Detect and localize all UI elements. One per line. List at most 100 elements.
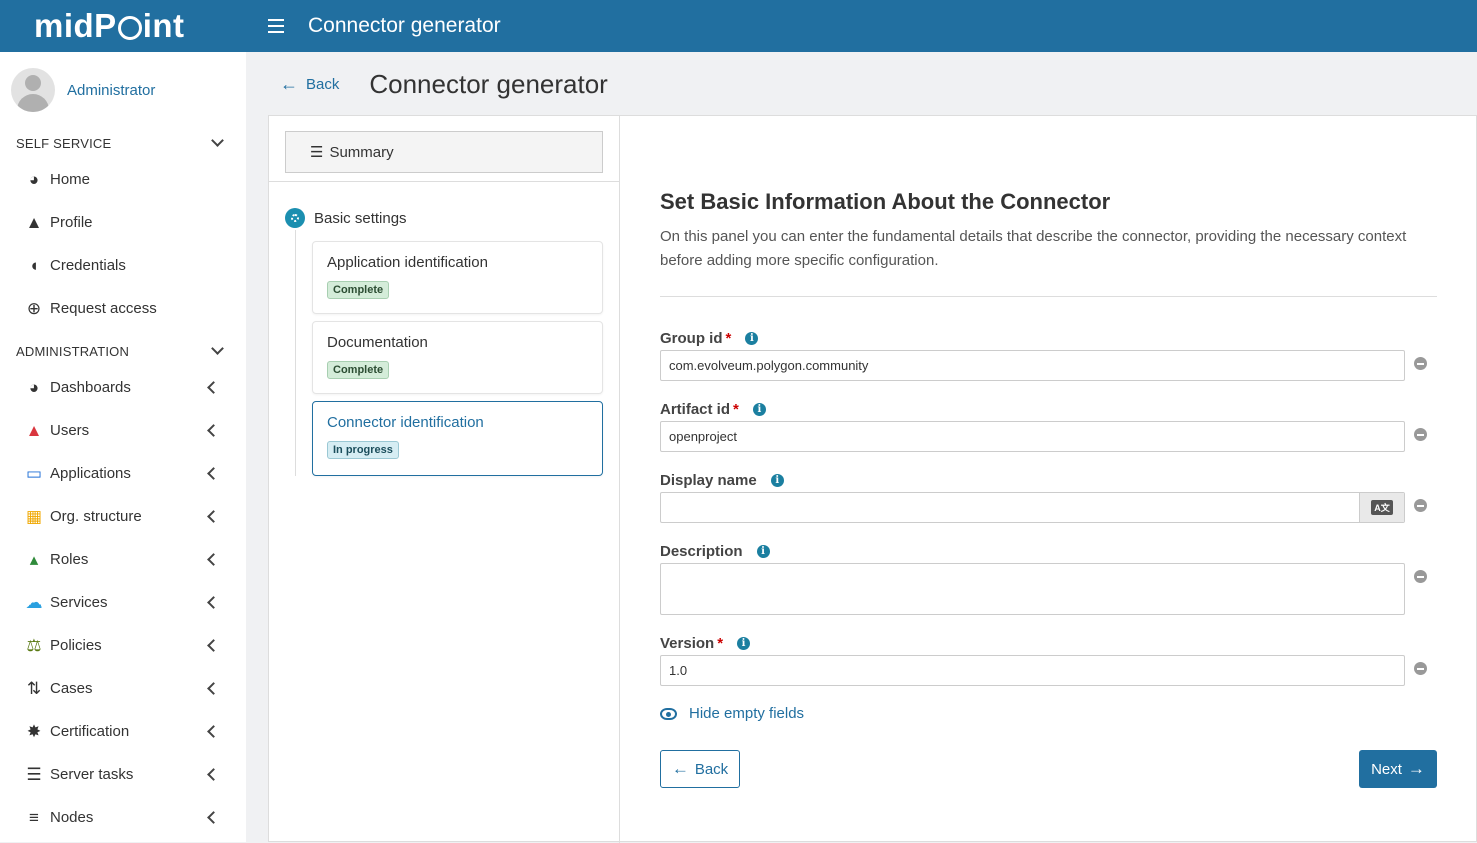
- required-mark: *: [717, 635, 724, 652]
- version-input[interactable]: 1.0: [660, 655, 1405, 686]
- midpoint-logo[interactable]: midP int: [0, 0, 246, 52]
- sidebar-item-home[interactable]: ◕ Home: [0, 158, 246, 201]
- sidebar-item-dashboards[interactable]: ◕ Dashboards: [0, 366, 246, 409]
- translate-button[interactable]: A文: [1359, 493, 1404, 522]
- info-icon[interactable]: i: [745, 332, 759, 345]
- sidebar-item-server-tasks[interactable]: ☰ Server tasks: [0, 753, 246, 796]
- sidebar-item-label: Home: [50, 171, 91, 188]
- sidebar-item-request-access[interactable]: ⊕ Request access: [0, 287, 246, 330]
- sidebar-item-profile[interactable]: ▲ Profile: [0, 201, 246, 244]
- step-documentation[interactable]: Documentation Complete: [312, 321, 603, 394]
- section-self-service[interactable]: SELF SERVICE: [0, 128, 246, 158]
- role-icon: ▴: [29, 549, 39, 569]
- label-text: Display name: [660, 472, 757, 489]
- summary-button[interactable]: ☰ Summary: [285, 131, 603, 173]
- sidebar-item-roles[interactable]: ▴ Roles: [0, 538, 246, 581]
- header-back-link[interactable]: ← Back: [280, 74, 339, 95]
- group-label: Basic settings: [314, 209, 407, 227]
- hide-empty-label: Hide empty fields: [689, 705, 805, 722]
- shield-icon: ◖: [28, 255, 40, 275]
- step-application-identification[interactable]: Application identification Complete: [312, 241, 603, 314]
- page-header: ← Back Connector generator: [246, 52, 1477, 116]
- back-label: Back: [306, 75, 340, 93]
- required-mark: *: [725, 330, 732, 347]
- label-text: Description: [660, 543, 743, 560]
- sidebar-item-services[interactable]: ☁ Services: [0, 581, 246, 624]
- section-label: SELF SERVICE: [16, 135, 112, 151]
- sidebar-item-policies[interactable]: ⚖ Policies: [0, 624, 246, 667]
- palette-icon: ◕: [28, 169, 40, 189]
- sidebar-item-nodes[interactable]: ≡ Nodes: [0, 796, 246, 839]
- step-connector-identification[interactable]: Connector identification In progress: [312, 401, 603, 476]
- steps-panel: ☰ Summary Basic settings Application ide…: [269, 116, 620, 843]
- user-panel[interactable]: Administrator: [0, 52, 246, 128]
- arrow-left-icon: ←: [280, 73, 298, 94]
- logo-o-icon: [117, 16, 142, 40]
- remove-artifact-id-icon[interactable]: [1414, 428, 1427, 441]
- user-icon: ▲: [25, 420, 43, 440]
- label-text: Version: [660, 635, 715, 652]
- plus-circle-icon: ⊕: [26, 298, 42, 318]
- info-icon[interactable]: i: [752, 403, 766, 416]
- sidebar-item-label: Server tasks: [50, 766, 134, 783]
- remove-version-icon[interactable]: [1414, 662, 1427, 675]
- sidebar-item-cases[interactable]: ⇅ Cases: [0, 667, 246, 710]
- divider: [269, 181, 619, 182]
- artifact-id-input[interactable]: openproject: [660, 421, 1405, 452]
- monitor-icon: ▭: [25, 463, 43, 483]
- description-textarea[interactable]: [660, 563, 1405, 615]
- avatar[interactable]: [11, 68, 55, 112]
- hamburger-menu-icon[interactable]: [268, 19, 284, 33]
- section-administration[interactable]: ADMINISTRATION: [0, 336, 246, 366]
- sidebar-item-org-structure[interactable]: ▦ Org. structure: [0, 495, 246, 538]
- remove-display-name-icon[interactable]: [1414, 499, 1427, 512]
- back-button[interactable]: ← Back: [660, 750, 740, 788]
- arrow-right-icon: →: [1407, 759, 1425, 778]
- sidebar-item-label: Profile: [50, 214, 93, 231]
- info-icon[interactable]: i: [756, 545, 770, 558]
- chevron-left-icon: [207, 381, 220, 394]
- remove-description-icon[interactable]: [1414, 570, 1427, 583]
- chevron-left-icon: [207, 811, 220, 824]
- chevron-left-icon: [207, 725, 220, 738]
- version-label: Version * i: [660, 635, 751, 652]
- group-id-label: Group id * i: [660, 330, 759, 347]
- server-icon: ≡: [29, 807, 39, 827]
- chevron-down-icon: [211, 342, 224, 355]
- input-value: openproject: [669, 429, 737, 444]
- sidebar-item-label: Users: [50, 422, 90, 439]
- info-icon[interactable]: i: [737, 637, 751, 650]
- group-id-input[interactable]: com.evolveum.polygon.community: [660, 350, 1405, 381]
- chevron-left-icon: [207, 467, 220, 480]
- chevron-left-icon: [207, 510, 220, 523]
- chevron-left-icon: [207, 768, 220, 781]
- sidebar-item-label: Request access: [50, 300, 157, 317]
- in-progress-icon: [285, 208, 305, 228]
- label-text: Artifact id: [660, 401, 731, 418]
- label-text: Group id: [660, 330, 723, 347]
- cases-icon: ⇅: [26, 678, 42, 698]
- step-title: Documentation: [327, 334, 428, 351]
- summary-label: Summary: [329, 143, 394, 161]
- info-icon[interactable]: i: [770, 474, 784, 487]
- chevron-left-icon: [207, 639, 220, 652]
- chevron-down-icon: [211, 134, 224, 147]
- sidebar-item-label: Org. structure: [50, 508, 142, 525]
- chevron-left-icon: [207, 424, 220, 437]
- hide-empty-fields-link[interactable]: Hide empty fields: [660, 705, 804, 722]
- display-name-input[interactable]: A文: [660, 492, 1405, 523]
- step-title: Application identification: [327, 254, 488, 271]
- sidebar-item-label: Roles: [50, 551, 89, 568]
- sidebar-item-certification[interactable]: ✸ Certification: [0, 710, 246, 753]
- top-bar-title: Connector generator: [308, 14, 501, 37]
- next-label: Next: [1371, 760, 1402, 778]
- sidebar-item-users[interactable]: ▲ Users: [0, 409, 246, 452]
- sidebar-item-credentials[interactable]: ◖ Credentials: [0, 244, 246, 287]
- required-mark: *: [733, 401, 739, 418]
- user-name[interactable]: Administrator: [67, 82, 155, 99]
- remove-group-id-icon[interactable]: [1414, 357, 1427, 370]
- list-check-icon: ☰: [26, 764, 42, 784]
- divider: [660, 296, 1437, 297]
- next-button[interactable]: Next →: [1359, 750, 1437, 788]
- sidebar-item-applications[interactable]: ▭ Applications: [0, 452, 246, 495]
